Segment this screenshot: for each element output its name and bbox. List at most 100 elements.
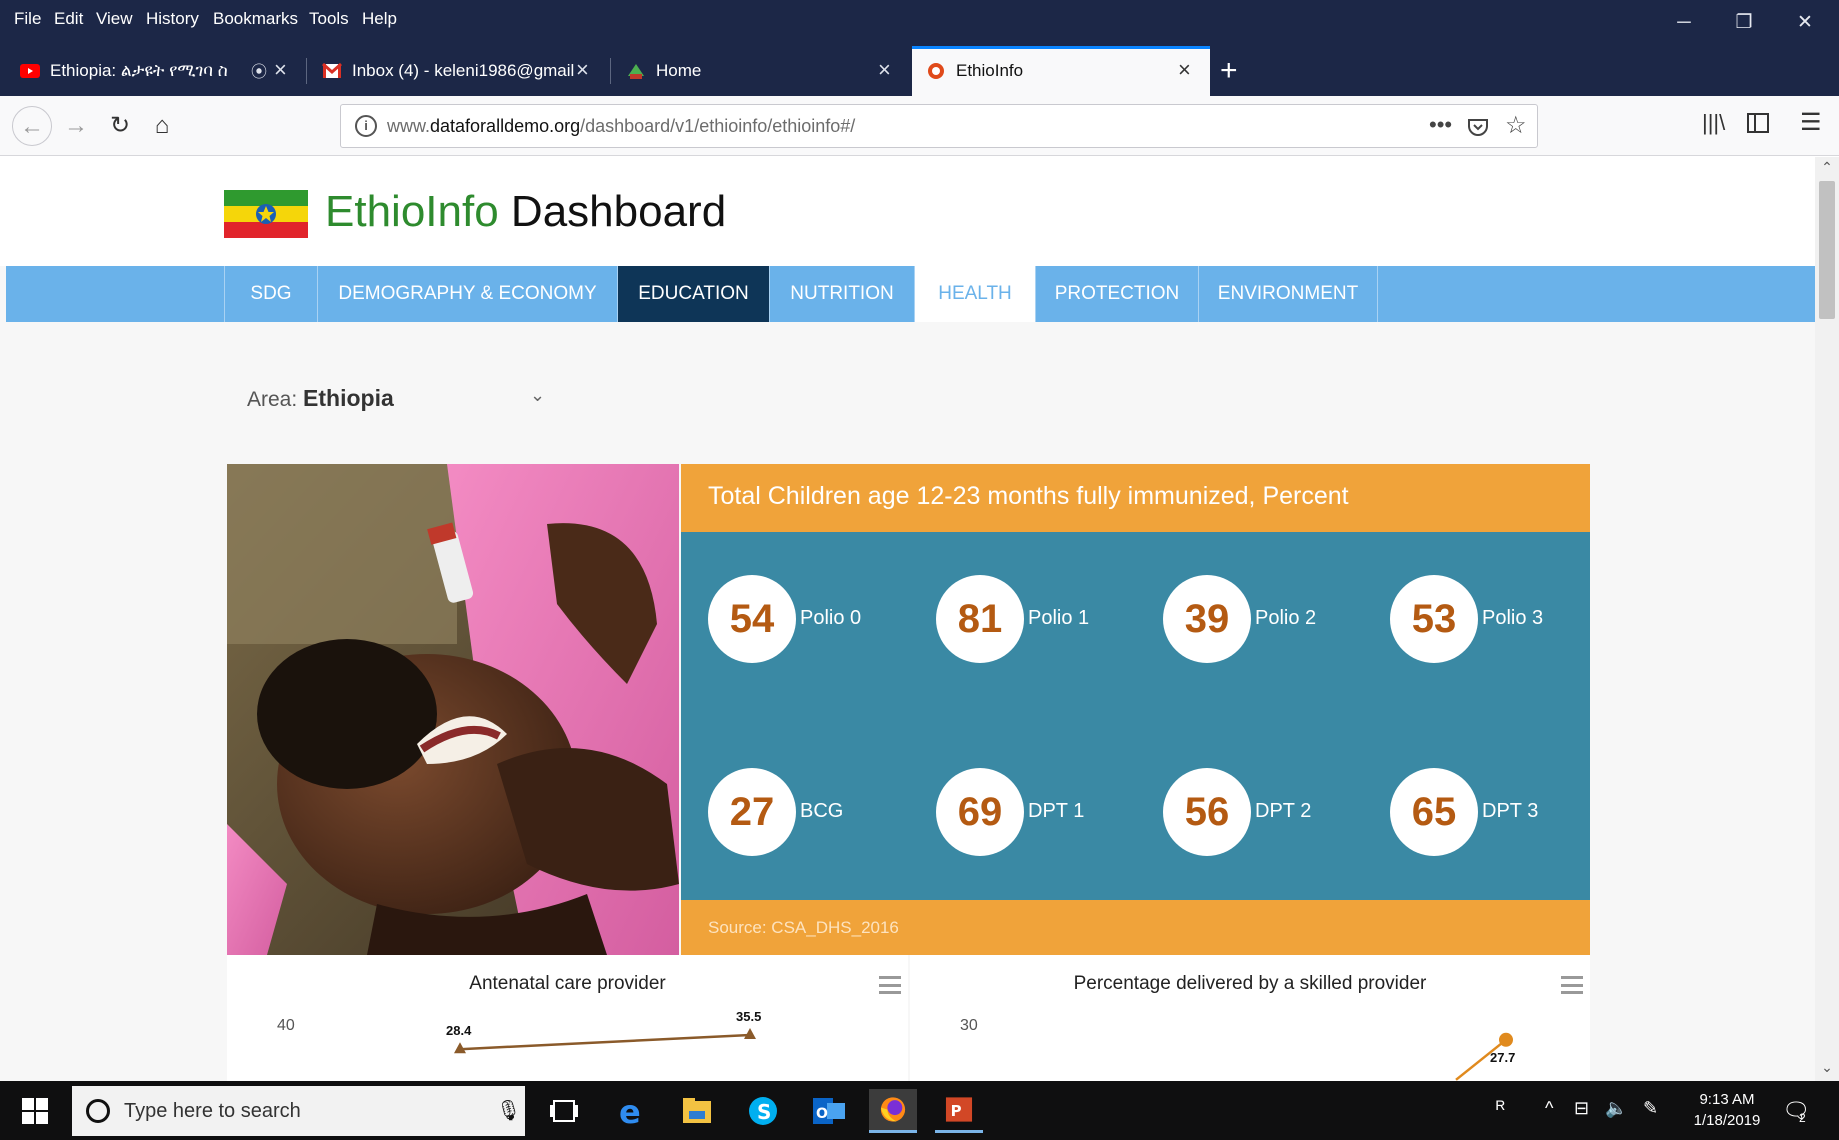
nav-demography-economy[interactable]: DEMOGRAPHY & ECONOMY <box>317 266 617 322</box>
scroll-down-icon[interactable]: ⌄ <box>1815 1059 1839 1076</box>
nav-sdg[interactable]: SDG <box>224 266 317 322</box>
file-explorer-icon[interactable] <box>673 1089 721 1133</box>
url-text[interactable]: www.dataforalldemo.org/dashboard/v1/ethi… <box>387 116 855 137</box>
library-icon[interactable]: |||\ <box>1702 110 1725 136</box>
data-point[interactable] <box>744 1028 756 1039</box>
microphone-icon[interactable]: 🎙 <box>496 1098 521 1123</box>
powerpoint-icon[interactable]: P <box>935 1089 983 1133</box>
stat-label: Polio 2 <box>1255 607 1317 629</box>
tab-label: Inbox (4) - keleni1986@gmail.c <box>352 61 574 80</box>
cortana-icon <box>86 1099 110 1123</box>
scroll-up-icon[interactable]: ⌃ <box>1815 159 1839 176</box>
windows-taskbar: Type here to search 🎙 e S O P ᴿ ^ ⊟ 🔈 ✎ … <box>0 1081 1839 1140</box>
tab-gmail[interactable]: Inbox (4) - keleni1986@gmail.c × <box>308 46 606 96</box>
close-tab-icon[interactable]: × <box>878 58 891 82</box>
close-window-icon[interactable]: ✕ <box>1785 6 1825 40</box>
pocket-icon[interactable] <box>1467 116 1489 138</box>
people-icon[interactable]: ᴿ <box>1496 1098 1505 1121</box>
svg-text:O: O <box>816 1106 828 1122</box>
clock-date: 1/18/2019 <box>1693 1112 1761 1129</box>
close-tab-icon[interactable]: × <box>576 58 589 82</box>
clock-time: 9:13 AM <box>1699 1091 1755 1108</box>
bookmark-star-icon[interactable]: ☆ <box>1505 111 1527 140</box>
pen-icon[interactable]: ✎ <box>1643 1098 1658 1119</box>
menu-bar: File Edit View History Bookmarks Tools H… <box>0 0 1839 46</box>
chevron-down-icon[interactable]: ⌄ <box>530 385 545 406</box>
nav-health[interactable]: HEALTH <box>914 266 1035 322</box>
stat-dpt-1: 69 DPT 1 <box>936 768 1156 858</box>
stat-polio-2: 39 Polio 2 <box>1163 575 1383 665</box>
page-content: EthioInfo Dashboard SDG DEMOGRAPHY & ECO… <box>0 157 1815 1081</box>
stat-value: 39 <box>1163 575 1251 663</box>
stat-value: 27 <box>708 768 796 856</box>
close-tab-icon[interactable]: × <box>274 58 287 82</box>
stat-label: DPT 3 <box>1482 800 1539 822</box>
svg-text:S: S <box>757 1100 771 1124</box>
minimize-icon[interactable]: ─ <box>1664 6 1704 40</box>
sidebar-icon[interactable] <box>1746 112 1770 134</box>
network-icon[interactable]: ⊟ <box>1574 1098 1589 1119</box>
menu-history[interactable]: History <box>146 9 199 29</box>
taskbar-clock[interactable]: 9:13 AM 1/18/2019 <box>1682 1089 1772 1131</box>
stat-value: 81 <box>936 575 1024 663</box>
page-actions-icon[interactable]: ••• <box>1429 112 1452 138</box>
show-hidden-icons-icon[interactable]: ^ <box>1545 1098 1553 1119</box>
home-tab-icon <box>628 64 644 79</box>
youtube-icon <box>20 64 40 78</box>
edge-icon[interactable]: e <box>607 1089 655 1133</box>
forward-icon[interactable]: → <box>56 106 96 146</box>
stat-label: Polio 0 <box>800 607 862 629</box>
chart-plot <box>454 1028 756 1054</box>
task-view-icon[interactable] <box>540 1089 588 1133</box>
back-icon[interactable]: ← <box>12 106 52 146</box>
page-scrollbar[interactable]: ⌃ ⌄ <box>1815 157 1839 1081</box>
immunization-photo <box>227 464 679 955</box>
main-nav: SDG DEMOGRAPHY & ECONOMY EDUCATION NUTRI… <box>6 266 1815 322</box>
series-line <box>459 1033 751 1051</box>
tab-home[interactable]: Home × <box>612 46 910 96</box>
stat-dpt-2: 56 DPT 2 <box>1163 768 1383 858</box>
menu-file[interactable]: File <box>14 9 41 29</box>
hamburger-menu-icon[interactable]: ☰ <box>1800 108 1822 137</box>
new-tab-icon[interactable]: + <box>1220 54 1238 88</box>
notification-count: 2 <box>1799 1111 1806 1125</box>
close-tab-icon[interactable]: × <box>1178 58 1191 82</box>
tab-label: Ethiopia: ልታዩት የሚገባ ስ <box>50 61 228 80</box>
windows-start-icon[interactable] <box>22 1098 48 1124</box>
immunization-stats: 54 Polio 0 81 Polio 1 39 Polio 2 53 Polio 3 … <box>681 532 1590 900</box>
tab-separator <box>306 58 307 84</box>
taskbar-search[interactable]: Type here to search 🎙 <box>72 1086 525 1136</box>
menu-help[interactable]: Help <box>362 9 397 29</box>
chart-skilled-delivery: Percentage delivered by a skilled provid… <box>910 955 1590 1081</box>
nav-protection[interactable]: PROTECTION <box>1035 266 1198 322</box>
menu-bookmarks[interactable]: Bookmarks <box>213 9 298 29</box>
stat-label: BCG <box>800 800 844 822</box>
site-info-icon[interactable]: i <box>355 115 377 137</box>
outlook-icon[interactable]: O <box>805 1089 853 1133</box>
scrollbar-thumb[interactable] <box>1819 181 1835 319</box>
volume-icon[interactable]: 🔈 <box>1605 1098 1627 1119</box>
nav-nutrition[interactable]: NUTRITION <box>769 266 914 322</box>
navigation-toolbar: ← → ↻ ⌂ i www.dataforalldemo.org/dashboa… <box>0 96 1839 156</box>
chart-antenatal-care: Antenatal care provider 40 28.4 35.5 <box>227 955 908 1081</box>
reload-icon[interactable]: ↻ <box>100 106 140 146</box>
tab-youtube[interactable]: Ethiopia: ልታዩት የሚገባ ስ ⦿ × <box>6 46 302 96</box>
menu-edit[interactable]: Edit <box>54 9 83 29</box>
tab-ethioinfo[interactable]: EthioInfo × <box>912 46 1210 96</box>
stat-value: 56 <box>1163 768 1251 856</box>
data-point[interactable] <box>1499 1032 1513 1047</box>
restore-icon[interactable]: ❐ <box>1724 6 1764 40</box>
menu-view[interactable]: View <box>96 9 133 29</box>
firefox-icon[interactable] <box>869 1089 917 1133</box>
address-bar[interactable]: i www.dataforalldemo.org/dashboard/v1/et… <box>340 104 1538 148</box>
skype-icon[interactable]: S <box>739 1089 787 1133</box>
data-point[interactable] <box>454 1042 466 1054</box>
stat-polio-1: 81 Polio 1 <box>936 575 1156 665</box>
menu-tools[interactable]: Tools <box>309 9 349 29</box>
home-icon[interactable]: ⌂ <box>142 106 182 146</box>
nav-education[interactable]: EDUCATION <box>617 266 769 322</box>
playing-icon[interactable]: ⦿ <box>251 61 267 85</box>
data-label: 28.4 <box>446 1023 472 1039</box>
nav-environment[interactable]: ENVIRONMENT <box>1198 266 1378 322</box>
area-selector[interactable]: Area: Ethiopia <box>247 385 394 412</box>
